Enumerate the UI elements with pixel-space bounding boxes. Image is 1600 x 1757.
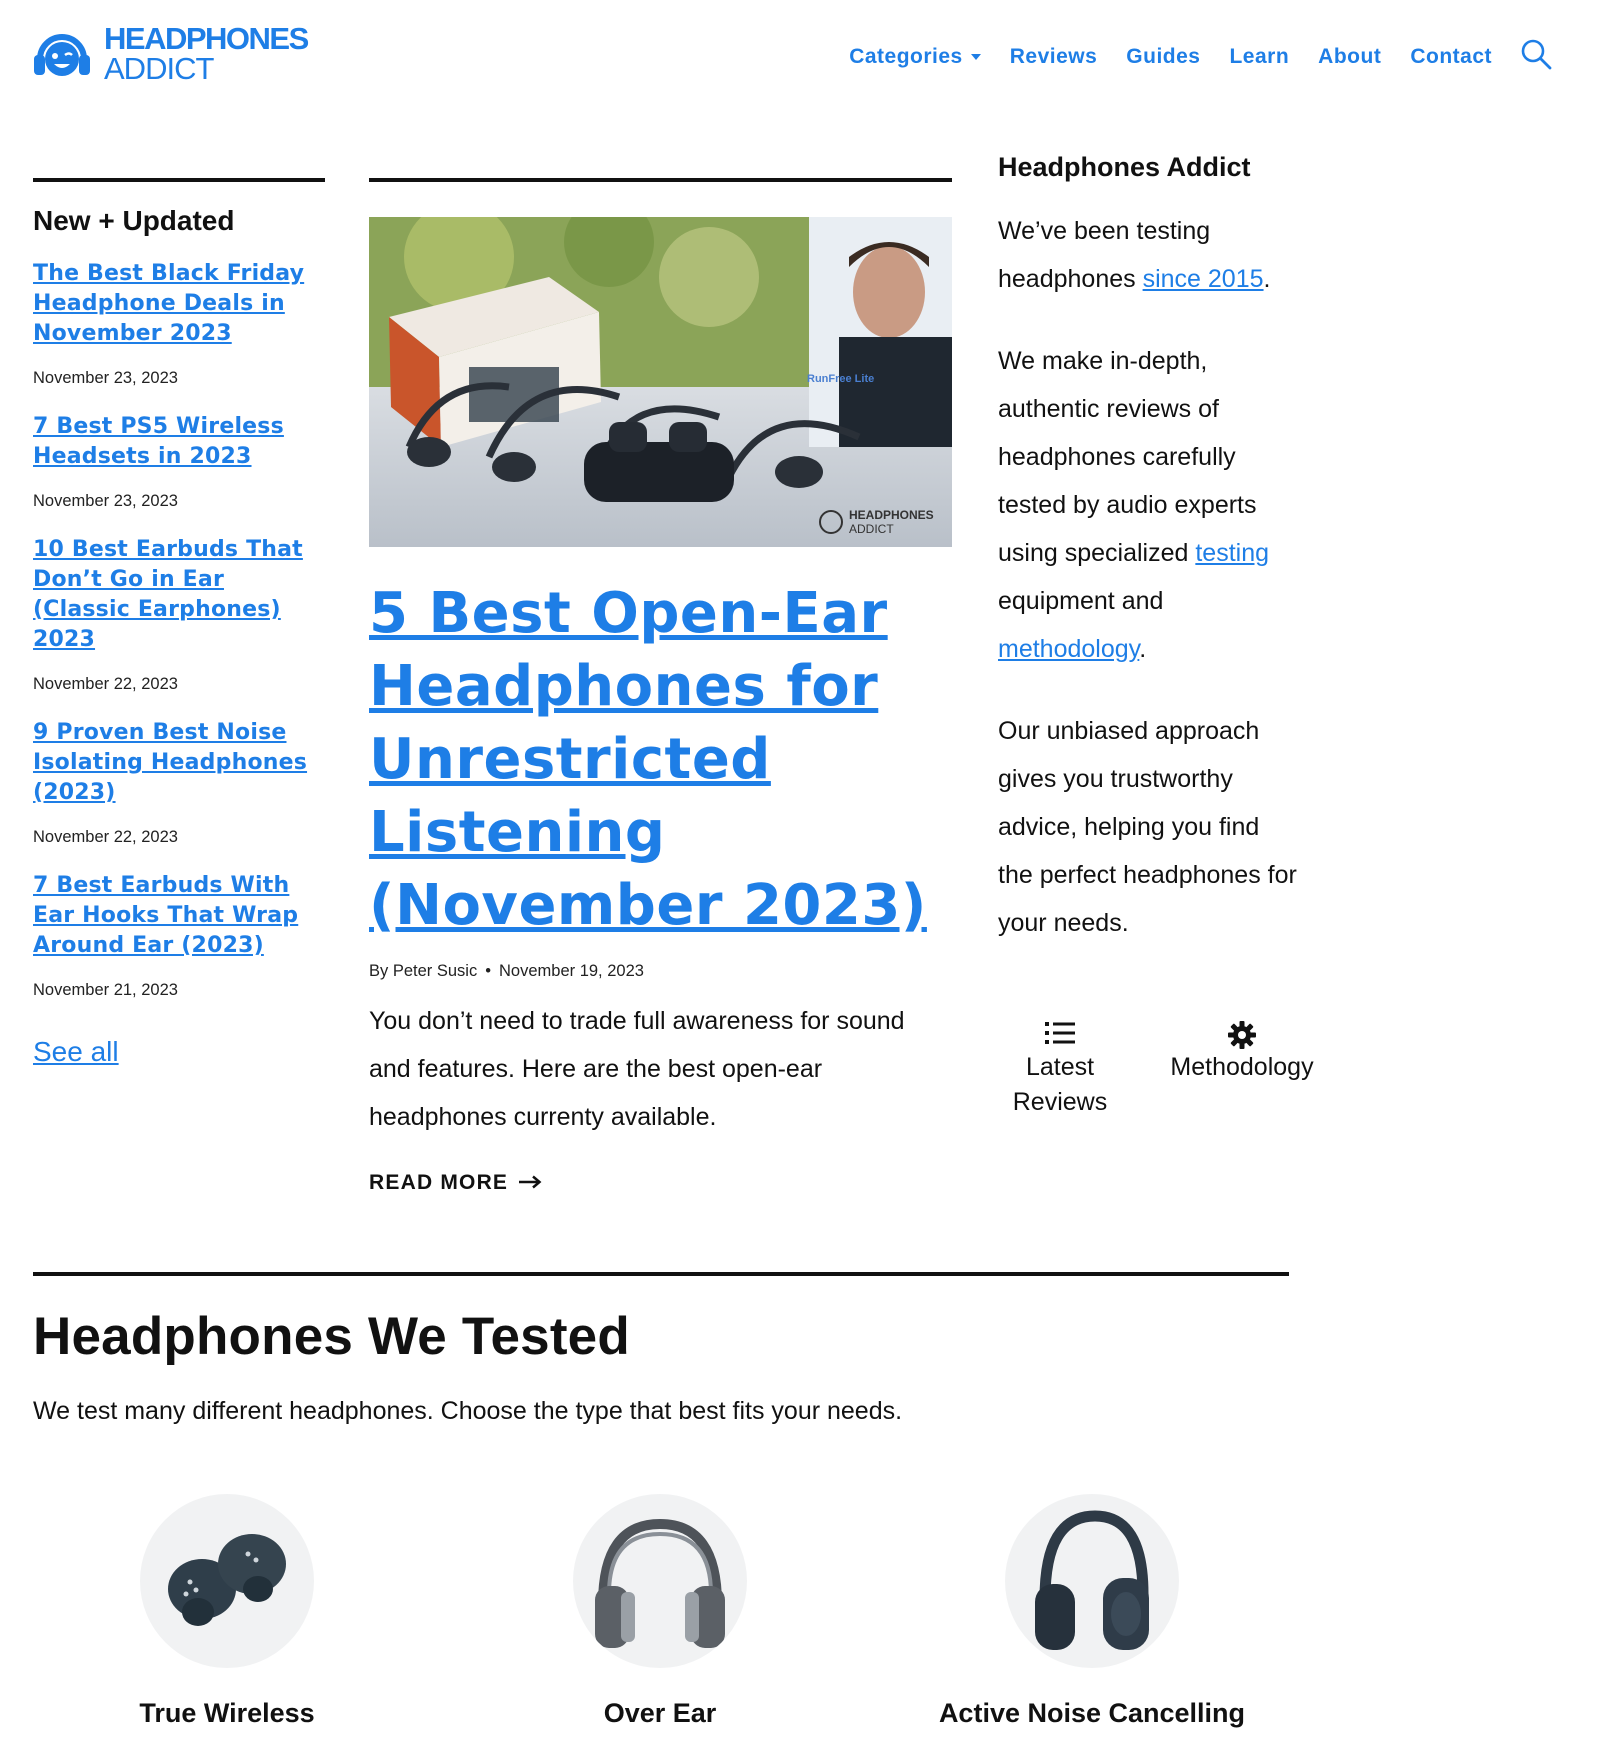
post-link[interactable]: The Best Black Friday Headphone Deals in… (33, 259, 325, 349)
post-date: November 22, 2023 (33, 828, 178, 846)
list-item: 7 Best Earbuds With Ear Hooks That Wrap … (33, 871, 325, 1000)
gear-icon (1228, 1021, 1256, 1049)
arrow-right-icon (518, 1171, 542, 1195)
section-heading: Headphones We Tested (33, 1307, 630, 1366)
logo-wordmark: HEADPHONES ADDICT (104, 21, 309, 86)
post-link[interactable]: 10 Best Earbuds That Don’t Go in Ear (Cl… (33, 535, 325, 655)
about-sidebar: Headphones Addict We’ve been testing hea… (998, 152, 1298, 947)
category-over-ear[interactable]: Over Ear (490, 1494, 830, 1729)
featured-excerpt: You don’t need to trade full awareness f… (369, 1007, 905, 1131)
anc-headphones-icon (1035, 1510, 1149, 1650)
main-nav: Categories Reviews Guides Learn About Co… (820, 38, 1552, 75)
nav-categories[interactable]: Categories (849, 45, 981, 69)
earbuds-icon (168, 1534, 286, 1626)
post-link[interactable]: 9 Proven Best Noise Isolating Headphones… (33, 718, 325, 808)
headphones-tested-section: Headphones We Tested We test many differ… (33, 1272, 1289, 1426)
read-more-label: READ MORE (369, 1171, 509, 1194)
methodology-button[interactable]: Methodology (1162, 1020, 1322, 1085)
nav-guides[interactable]: Guides (1126, 45, 1200, 69)
featured-image[interactable]: RunFree Lite HEADPHONES ADDICT (369, 217, 952, 547)
post-author[interactable]: By Peter Susic (369, 962, 477, 980)
logo-line-1: HEADPHONES (104, 21, 309, 56)
post-date: November 23, 2023 (33, 492, 178, 510)
testing-link[interactable]: testing (1195, 539, 1269, 567)
see-all-link[interactable]: See all (33, 1036, 119, 1068)
category-active-noise-cancelling[interactable]: Active Noise Cancelling (922, 1494, 1262, 1729)
nav-about[interactable]: About (1318, 45, 1381, 69)
since-2015-link[interactable]: since 2015 (1143, 265, 1264, 293)
methodology-link[interactable]: methodology (998, 635, 1139, 663)
watermark-line-1: HEADPHONES (849, 508, 934, 522)
sidebar-text: We make in-depth, authentic reviews of h… (998, 347, 1257, 567)
meta-separator: • (485, 962, 491, 980)
category-image (140, 1494, 314, 1668)
search-icon (1521, 39, 1552, 70)
watermark-line-2: ADDICT (849, 522, 894, 536)
logo-face-icon (34, 34, 90, 76)
featured-title-link[interactable]: 5 Best Open-Ear Headphones for Unrestric… (369, 577, 952, 942)
list-item: 10 Best Earbuds That Don’t Go in Ear (Cl… (33, 535, 325, 694)
sidebar-title: Headphones Addict (998, 152, 1251, 182)
new-updated-section: New + Updated The Best Black Friday Head… (33, 178, 325, 1068)
category-label: True Wireless (139, 1698, 315, 1728)
list-item: 7 Best PS5 Wireless Headsets in 2023 Nov… (33, 412, 325, 511)
category-true-wireless[interactable]: True Wireless (57, 1494, 397, 1729)
divider (33, 1272, 1289, 1276)
divider (369, 178, 952, 182)
featured-photo: RunFree Lite HEADPHONES ADDICT (369, 217, 952, 547)
list-item: The Best Black Friday Headphone Deals in… (33, 259, 325, 388)
section-subtitle: We test many different headphones. Choos… (33, 1397, 903, 1425)
sidebar-paragraph: We make in-depth, authentic reviews of h… (998, 337, 1298, 673)
latest-reviews-button[interactable]: Latest Reviews (1000, 1020, 1120, 1120)
chevron-down-icon (970, 53, 981, 60)
image-box-text: RunFree Lite (807, 373, 874, 385)
post-date: November 22, 2023 (33, 675, 178, 693)
post-date: November 23, 2023 (33, 369, 178, 387)
methodology-label: Methodology (1170, 1053, 1314, 1081)
nav-categories-label: Categories (849, 44, 963, 68)
post-date: November 21, 2023 (33, 981, 178, 999)
nav-contact[interactable]: Contact (1410, 45, 1492, 69)
sidebar-text: equipment and (998, 587, 1164, 615)
list-item: 9 Proven Best Noise Isolating Headphones… (33, 718, 325, 847)
sidebar-paragraph: Our unbiased approach gives you trustwor… (998, 717, 1297, 937)
logo-line-2: ADDICT (104, 51, 214, 86)
latest-reviews-label: Latest Reviews (1012, 1053, 1108, 1116)
nav-learn[interactable]: Learn (1229, 45, 1289, 69)
category-label: Over Ear (603, 1698, 717, 1728)
site-header: HEADPHONES ADDICT Categories Reviews Gui… (0, 0, 1600, 110)
sidebar-paragraph: We’ve been testing headphones since 2015… (998, 207, 1298, 303)
category-image (1005, 1494, 1179, 1668)
site-logo[interactable]: HEADPHONES ADDICT (32, 21, 309, 86)
read-more-link[interactable]: READ MORE (369, 1171, 542, 1195)
sidebar-text: . (1263, 265, 1271, 293)
sidebar-text: . (1139, 635, 1147, 663)
nav-reviews[interactable]: Reviews (1010, 45, 1098, 69)
category-image (573, 1494, 747, 1668)
featured-article: RunFree Lite HEADPHONES ADDICT 5 Best Op… (369, 178, 952, 1195)
post-date: November 19, 2023 (499, 962, 644, 980)
post-link[interactable]: 7 Best PS5 Wireless Headsets in 2023 (33, 412, 325, 472)
over-ear-headphones-icon (595, 1518, 725, 1648)
post-link[interactable]: 7 Best Earbuds With Ear Hooks That Wrap … (33, 871, 325, 961)
list-icon (1045, 1022, 1075, 1044)
section-title: New + Updated (33, 205, 235, 236)
post-meta: By Peter Susic • November 19, 2023 (369, 962, 952, 981)
quick-links: Latest Reviews Methodology (1000, 1010, 1340, 1130)
search-button[interactable] (1520, 38, 1552, 75)
divider (33, 178, 325, 182)
category-label: Active Noise Cancelling (938, 1698, 1246, 1728)
